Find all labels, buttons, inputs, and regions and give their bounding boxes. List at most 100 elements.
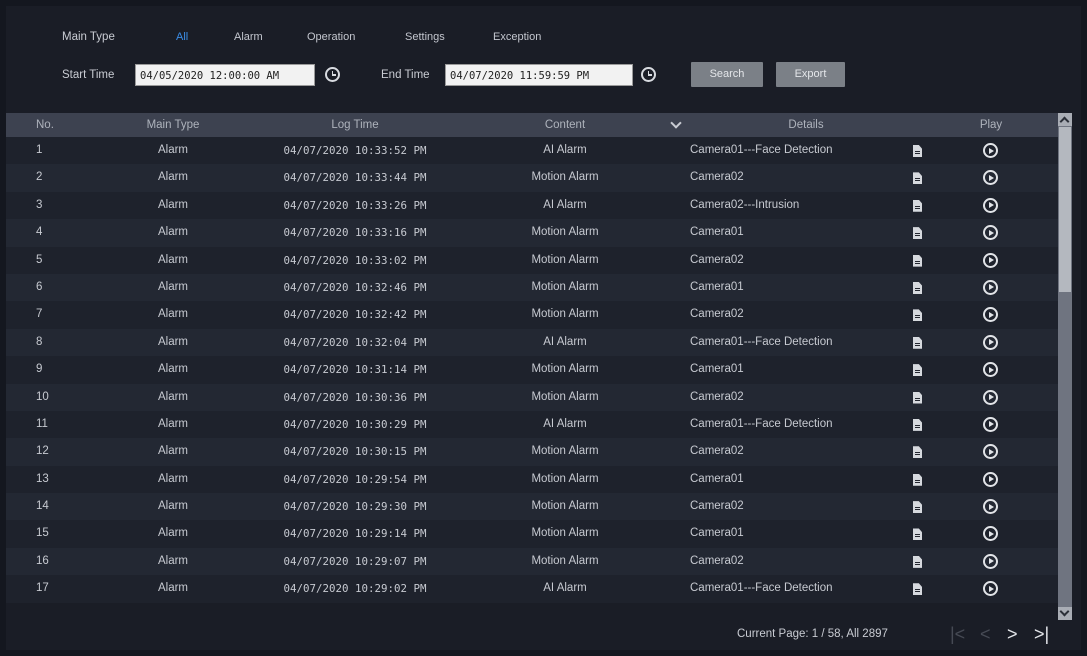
- search-button[interactable]: Search: [691, 62, 763, 87]
- type-tab-all[interactable]: All: [176, 31, 188, 43]
- first-page-button[interactable]: |<: [950, 624, 965, 644]
- cell-details: Camera01---Face Detection: [690, 582, 833, 595]
- cell-no: 13: [36, 472, 49, 485]
- document-icon[interactable]: [913, 446, 922, 459]
- cell-main-type: Alarm: [157, 417, 189, 430]
- type-tab-alarm[interactable]: Alarm: [234, 31, 263, 43]
- document-icon[interactable]: [913, 501, 922, 514]
- document-icon[interactable]: [913, 145, 922, 157]
- export-button[interactable]: Export: [776, 62, 845, 87]
- clock-icon[interactable]: [641, 67, 656, 82]
- play-circle-icon[interactable]: [983, 444, 998, 460]
- play-circle-icon[interactable]: [983, 170, 998, 186]
- document-icon[interactable]: [913, 583, 922, 596]
- last-page-button[interactable]: >|: [1034, 624, 1049, 644]
- table-row[interactable]: 14 Alarm 04/07/2020 10:29:30 PM Motion Alar…: [6, 493, 1058, 521]
- type-tab-exception[interactable]: Exception: [493, 31, 541, 43]
- table-row[interactable]: 17 Alarm 04/07/2020 10:29:02 PM AI Alarm Cam…: [6, 575, 1058, 603]
- table-row[interactable]: 13 Alarm 04/07/2020 10:29:54 PM Motion Alar…: [6, 465, 1058, 494]
- document-icon[interactable]: [913, 281, 922, 294]
- cell-log-time: 04/07/2020 10:29:14 PM: [283, 527, 427, 541]
- log-search-window: Main Type All Alarm Operation Settings E…: [6, 6, 1081, 650]
- start-time-input[interactable]: 04/05/2020 12:00:00 AM: [135, 64, 315, 86]
- play-circle-icon[interactable]: [983, 197, 998, 213]
- cell-details: Camera01---Face Detection: [690, 417, 833, 430]
- table-row[interactable]: 3 Alarm 04/07/2020 10:33:26 PM AI Alarm Came…: [6, 191, 1058, 220]
- cell-content: Motion Alarm: [531, 554, 599, 567]
- document-icon[interactable]: [913, 336, 922, 349]
- play-circle-icon[interactable]: [983, 416, 998, 432]
- table-row[interactable]: 2 Alarm 04/07/2020 10:33:44 PM Motion Alarm…: [6, 164, 1058, 192]
- table-row[interactable]: 1 Alarm 04/07/2020 10:33:52 PM AI Alarm Came…: [6, 137, 1058, 165]
- clock-icon[interactable]: [325, 67, 340, 82]
- cell-details: Camera02: [690, 253, 744, 266]
- play-circle-icon[interactable]: [983, 225, 998, 241]
- cell-no: 3: [36, 198, 43, 211]
- document-icon[interactable]: [913, 309, 922, 322]
- document-icon[interactable]: [913, 528, 922, 541]
- cell-log-time: 04/07/2020 10:29:30 PM: [283, 500, 427, 514]
- end-time-input[interactable]: 04/07/2020 11:59:59 PM: [445, 64, 633, 86]
- cell-details: Camera01---Face Detection: [690, 335, 833, 348]
- cell-details: Camera02: [690, 554, 744, 567]
- play-circle-icon[interactable]: [983, 279, 998, 295]
- cell-main-type: Alarm: [157, 445, 189, 458]
- cell-main-type: Alarm: [157, 253, 189, 266]
- column-header-details: Details: [788, 119, 824, 131]
- cell-log-time: 04/07/2020 10:33:44 PM: [283, 171, 427, 185]
- scroll-up-button[interactable]: [1058, 113, 1072, 126]
- play-circle-icon[interactable]: [983, 471, 998, 487]
- document-icon[interactable]: [913, 172, 922, 185]
- table-row[interactable]: 15 Alarm 04/07/2020 10:29:14 PM Motion Alar…: [6, 520, 1058, 548]
- play-circle-icon[interactable]: [983, 334, 998, 350]
- play-circle-icon[interactable]: [983, 499, 998, 515]
- play-circle-icon[interactable]: [983, 553, 998, 569]
- prev-page-button[interactable]: <: [980, 624, 991, 644]
- table-row[interactable]: 8 Alarm 04/07/2020 10:32:04 PM AI Alarm Came…: [6, 328, 1058, 357]
- cell-details: Camera02: [690, 445, 744, 458]
- cell-main-type: Alarm: [157, 527, 189, 540]
- table-row[interactable]: 5 Alarm 04/07/2020 10:33:02 PM Motion Alarm…: [6, 246, 1058, 274]
- type-tab-settings[interactable]: Settings: [405, 31, 445, 43]
- table-row[interactable]: 6 Alarm 04/07/2020 10:32:46 PM Motion Alarm…: [6, 273, 1058, 302]
- table-row[interactable]: 9 Alarm 04/07/2020 10:31:14 PM Motion Alarm…: [6, 356, 1058, 384]
- document-icon[interactable]: [913, 391, 922, 404]
- table-row[interactable]: 16 Alarm 04/07/2020 10:29:07 PM Motion Alar…: [6, 547, 1058, 576]
- cell-log-time: 04/07/2020 10:33:16 PM: [283, 226, 427, 240]
- table-row[interactable]: 11 Alarm 04/07/2020 10:30:29 PM AI Alarm Cam…: [6, 410, 1058, 439]
- cell-main-type: Alarm: [157, 198, 189, 211]
- chevron-down-icon[interactable]: [670, 117, 682, 129]
- cell-details: Camera01---Face Detection: [690, 144, 833, 156]
- document-icon[interactable]: [913, 555, 922, 568]
- scrollbar-thumb[interactable]: [1059, 127, 1071, 292]
- play-circle-icon[interactable]: [983, 526, 998, 542]
- cell-no: 4: [36, 226, 43, 239]
- next-page-button[interactable]: >: [1007, 624, 1018, 644]
- cell-log-time: 04/07/2020 10:32:04 PM: [283, 335, 427, 349]
- cell-log-time: 04/07/2020 10:33:52 PM: [283, 144, 427, 157]
- document-icon[interactable]: [913, 227, 922, 240]
- document-icon[interactable]: [913, 418, 922, 431]
- table-row[interactable]: 7 Alarm 04/07/2020 10:32:42 PM Motion Alarm…: [6, 301, 1058, 329]
- play-circle-icon[interactable]: [983, 362, 998, 378]
- table-row[interactable]: 4 Alarm 04/07/2020 10:33:16 PM Motion Alarm…: [6, 219, 1058, 247]
- play-circle-icon[interactable]: [983, 581, 998, 597]
- document-icon[interactable]: [913, 364, 922, 377]
- play-circle-icon[interactable]: [983, 252, 998, 268]
- cell-log-time: 04/07/2020 10:32:46 PM: [283, 280, 427, 294]
- cell-content: AI Alarm: [543, 198, 587, 211]
- play-circle-icon[interactable]: [983, 307, 998, 323]
- play-circle-icon[interactable]: [983, 389, 998, 405]
- type-tab-operation[interactable]: Operation: [307, 31, 355, 43]
- cell-content: Motion Alarm: [531, 472, 599, 485]
- document-icon[interactable]: [913, 473, 922, 486]
- document-icon[interactable]: [913, 254, 922, 267]
- table-row[interactable]: 12 Alarm 04/07/2020 10:30:15 PM Motion Alar…: [6, 438, 1058, 466]
- document-icon[interactable]: [913, 199, 922, 212]
- cell-content: Motion Alarm: [531, 445, 599, 458]
- column-header-log-time: Log Time: [331, 119, 379, 131]
- scroll-down-button[interactable]: [1058, 607, 1072, 620]
- cell-content: AI Alarm: [543, 335, 587, 348]
- table-row[interactable]: 10 Alarm 04/07/2020 10:30:36 PM Motion Alar…: [6, 383, 1058, 411]
- play-circle-icon[interactable]: [983, 143, 998, 158]
